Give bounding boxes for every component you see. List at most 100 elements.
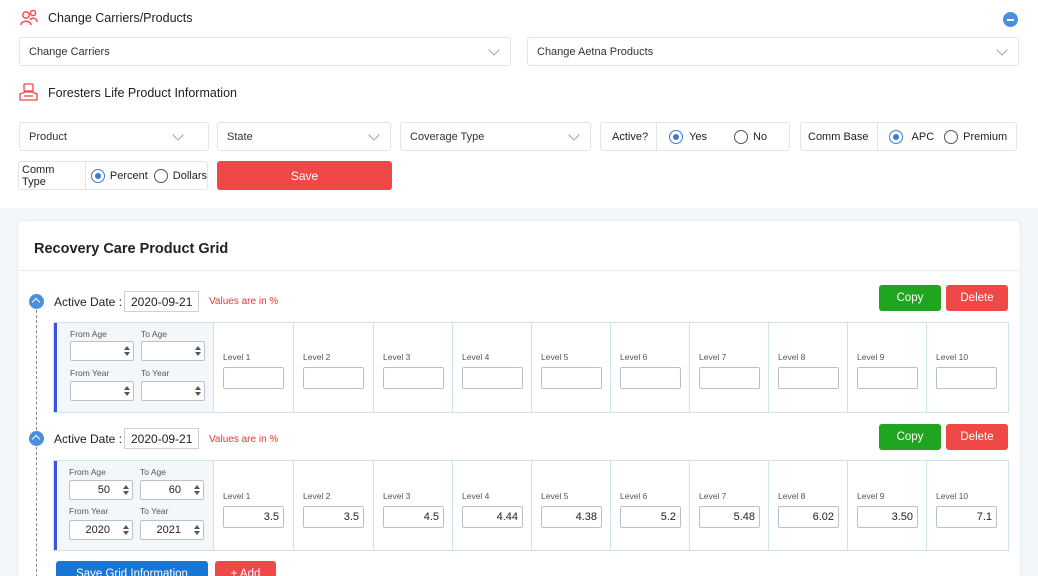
active-yes-radio[interactable] (669, 129, 684, 144)
level-input[interactable] (303, 367, 364, 389)
chevron-down-icon (488, 44, 500, 56)
chevron-down-icon (368, 129, 380, 141)
level-label: Level 10 (936, 491, 969, 501)
coverage-type-select[interactable]: Coverage Type (400, 122, 591, 151)
to-age-input[interactable] (141, 341, 205, 361)
level-cell-2: Level 2 3.5 (293, 461, 373, 550)
to-age-input[interactable]: 60 (140, 480, 204, 500)
divider (18, 270, 1022, 271)
level-input[interactable] (936, 367, 997, 389)
level-cell-5: Level 5 4.38 (531, 461, 610, 550)
comm-base-radio-group: Comm Base APC Premium (800, 122, 1017, 151)
level-input[interactable] (620, 367, 681, 389)
divider (84, 162, 86, 189)
active-date-field[interactable]: 2020-09-21 (124, 291, 200, 312)
to-year-input[interactable] (141, 381, 205, 401)
level-input[interactable]: 4.5 (383, 506, 444, 528)
level-label: Level 3 (383, 491, 411, 501)
active-date-field[interactable]: 2020-09-21 (124, 428, 200, 449)
from-age-input[interactable] (70, 341, 134, 361)
comm-base-premium-radio[interactable] (944, 129, 959, 144)
level-label: Level 10 (936, 352, 969, 362)
level-input[interactable]: 7.1 (936, 506, 997, 528)
level-input[interactable]: 6.02 (778, 506, 839, 528)
comm-type-percent-radio[interactable] (90, 168, 105, 183)
product-info-icon (18, 82, 39, 104)
level-input[interactable]: 3.50 (857, 506, 918, 528)
timeline-line (36, 447, 37, 576)
level-label: Level 4 (462, 491, 490, 501)
save-button[interactable]: Save (217, 161, 392, 190)
state-label: State (227, 130, 253, 143)
level-cell-6: Level 6 5.2 (610, 461, 689, 550)
level-label: Level 7 (699, 491, 727, 501)
product-grid-card: Recovery Care Product Grid Active Date :… (17, 220, 1022, 576)
from-year-input[interactable] (70, 381, 134, 401)
level-label: Level 5 (541, 352, 569, 362)
from-age-input[interactable]: 50 (69, 480, 133, 500)
level-label: Level 9 (857, 352, 885, 362)
divider (656, 123, 658, 150)
active-label: Active? (612, 130, 649, 143)
collapse-row-2-icon[interactable] (29, 431, 44, 446)
level-input[interactable] (541, 367, 602, 389)
change-products-label: Change Aetna Products (537, 45, 654, 58)
change-carriers-select[interactable]: Change Carriers (19, 37, 511, 66)
level-label: Level 1 (223, 491, 251, 501)
change-carriers-label: Change Carriers (29, 45, 110, 58)
comm-base-apc-radio[interactable] (888, 129, 903, 144)
delete-button[interactable]: Delete (946, 285, 1008, 311)
level-label: Level 6 (620, 491, 648, 501)
level-input[interactable] (462, 367, 523, 389)
active-yes-label: Yes (689, 130, 708, 143)
level-input[interactable]: 5.48 (699, 506, 760, 528)
copy-button[interactable]: Copy (879, 424, 941, 450)
level-label: Level 3 (383, 352, 411, 362)
level-cell-10: Level 10 (926, 323, 1008, 412)
to-year-label: To Year (141, 368, 170, 378)
copy-button[interactable]: Copy (879, 285, 941, 311)
level-input[interactable]: 5.2 (620, 506, 681, 528)
level-cell-7: Level 7 (689, 323, 768, 412)
level-label: Level 2 (303, 491, 331, 501)
product-select[interactable]: Product (19, 122, 209, 151)
to-year-input[interactable]: 2021 (140, 520, 204, 540)
level-cell-9: Level 9 (847, 323, 926, 412)
chevron-down-icon (568, 129, 580, 141)
level-input[interactable] (778, 367, 839, 389)
divider (876, 123, 878, 150)
active-radio-group: Active? Yes No (600, 122, 790, 151)
level-input[interactable] (857, 367, 918, 389)
active-no-radio[interactable] (734, 129, 749, 144)
state-select[interactable]: State (217, 122, 391, 151)
top-panel: Change Carriers/Products Change Carriers… (0, 0, 1038, 208)
level-input[interactable]: 4.44 (462, 506, 523, 528)
level-input[interactable]: 4.38 (541, 506, 602, 528)
product-info-title: Foresters Life Product Information (48, 86, 237, 100)
level-input[interactable] (699, 367, 760, 389)
comm-type-dollars-radio[interactable] (153, 168, 168, 183)
level-cell-3: Level 3 4.5 (373, 461, 452, 550)
add-button[interactable]: + Add (215, 561, 276, 576)
save-grid-button[interactable]: Save Grid Information (56, 561, 208, 576)
change-products-select[interactable]: Change Aetna Products (527, 37, 1019, 66)
level-cell-2: Level 2 (293, 323, 373, 412)
level-cell-9: Level 9 3.50 (847, 461, 926, 550)
level-label: Level 8 (778, 352, 806, 362)
from-year-input[interactable]: 2020 (69, 520, 133, 540)
level-input[interactable] (383, 367, 444, 389)
level-cell-1: Level 1 (213, 323, 293, 412)
level-input[interactable]: 3.5 (223, 506, 284, 528)
collapse-icon[interactable] (1003, 12, 1018, 27)
level-input[interactable]: 3.5 (303, 506, 364, 528)
page-title: Change Carriers/Products (48, 11, 193, 25)
values-note: Values are in % (209, 296, 279, 307)
delete-button[interactable]: Delete (946, 424, 1008, 450)
level-input[interactable] (223, 367, 284, 389)
comm-base-premium-label: Premium (963, 130, 1008, 143)
carriers-icon (19, 8, 39, 28)
level-cell-6: Level 6 (610, 323, 689, 412)
level-cell-7: Level 7 5.48 (689, 461, 768, 550)
grid-title: Recovery Care Product Grid (34, 241, 229, 257)
collapse-row-1-icon[interactable] (29, 294, 44, 309)
